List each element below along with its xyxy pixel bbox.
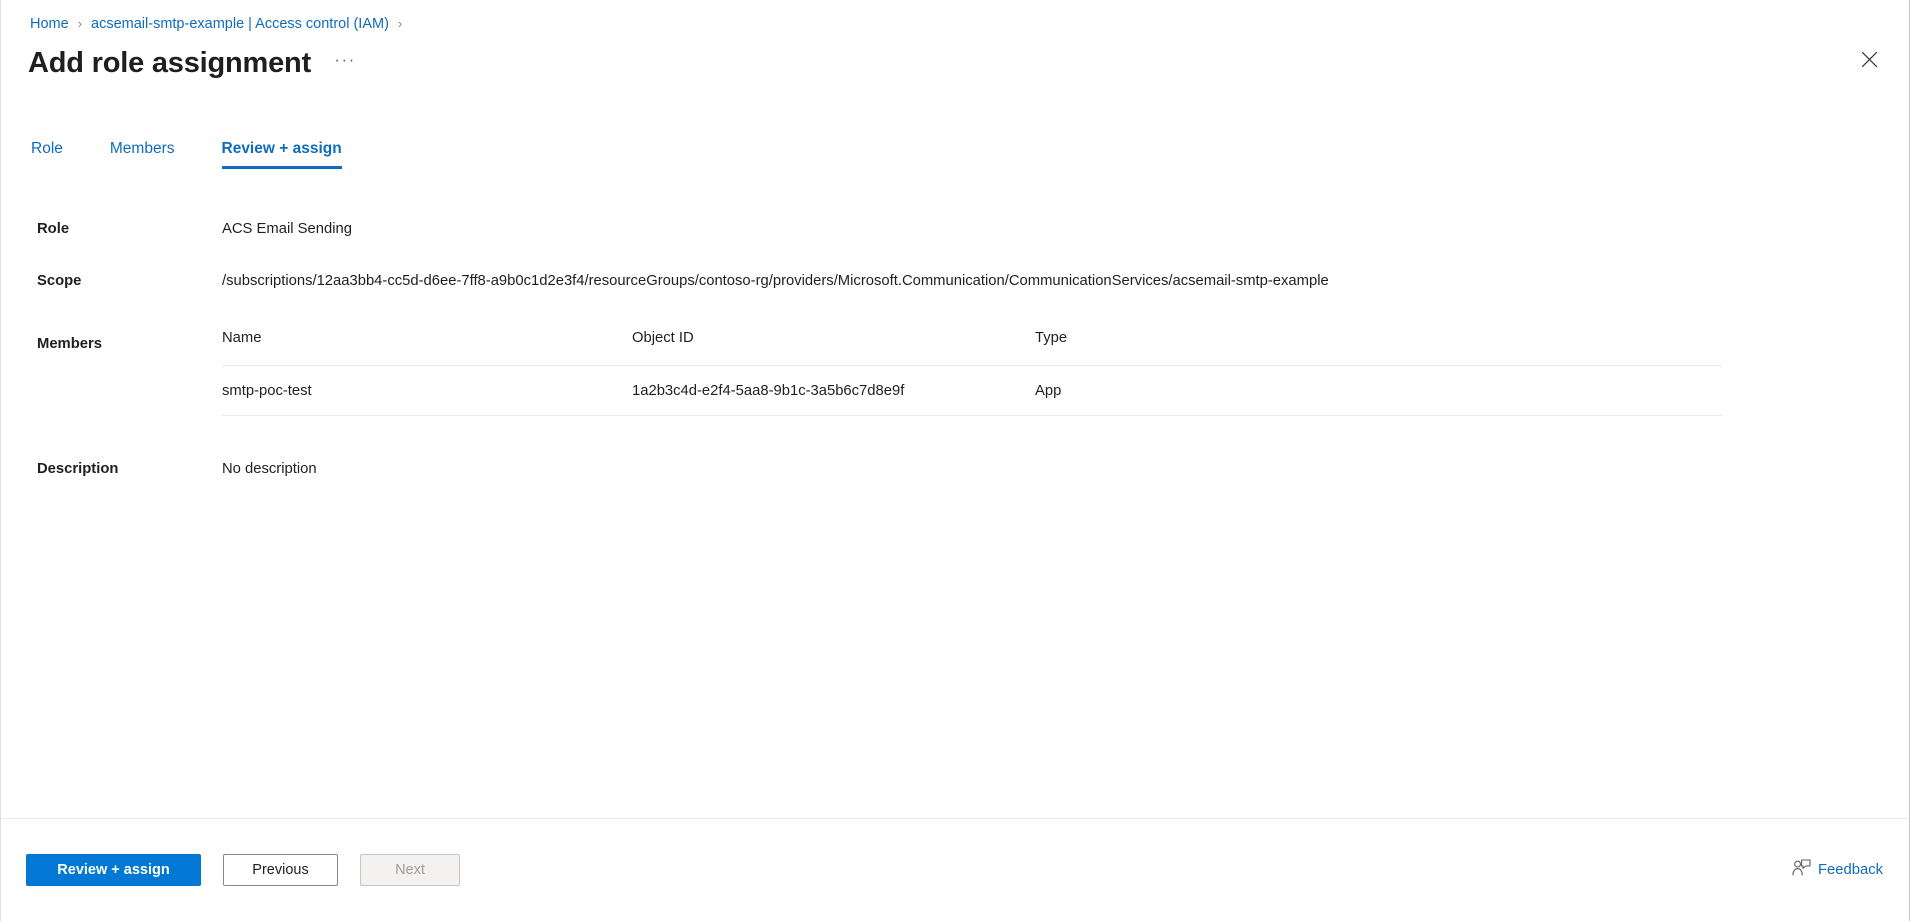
breadcrumb-separator-icon: › <box>77 16 83 31</box>
person-feedback-icon <box>1792 859 1811 881</box>
next-button: Next <box>360 854 460 886</box>
role-row: Role ACS Email Sending <box>37 219 1879 239</box>
blade-header: Home › acsemail-smtp-example | Access co… <box>1 0 1909 169</box>
cell-member-object-id: 1a2b3c4d-e2f4-5aa8-9b1c-3a5b6c7d8e9f <box>632 365 1035 416</box>
tab-role[interactable]: Role <box>31 140 63 169</box>
title-row: Add role assignment ··· <box>1 34 1909 86</box>
tab-review-assign[interactable]: Review + assign <box>221 140 342 169</box>
scope-label: Scope <box>37 273 82 289</box>
tab-members[interactable]: Members <box>110 140 175 169</box>
feedback-link[interactable]: Feedback <box>1792 859 1883 881</box>
cell-member-type: App <box>1035 365 1722 416</box>
breadcrumb-item-access-control[interactable]: acsemail-smtp-example | Access control (… <box>91 14 389 34</box>
column-header-name: Name <box>222 330 632 366</box>
description-value: No description <box>222 461 317 477</box>
review-content: Role ACS Email Sending Scope /subscripti… <box>1 169 1909 818</box>
cell-member-name: smtp-poc-test <box>222 365 632 416</box>
blade-footer: Review + assign Previous Next Feedback <box>1 818 1909 921</box>
role-value: ACS Email Sending <box>222 221 352 237</box>
column-header-object-id: Object ID <box>632 330 1035 366</box>
close-icon[interactable] <box>1853 43 1885 75</box>
role-label: Role <box>37 221 70 237</box>
column-header-type: Type <box>1035 330 1722 366</box>
members-table-body: smtp-poc-test 1a2b3c4d-e2f4-5aa8-9b1c-3a… <box>222 365 1722 416</box>
breadcrumb-separator-icon-2: › <box>397 16 403 31</box>
add-role-assignment-blade: Home › acsemail-smtp-example | Access co… <box>0 0 1910 921</box>
table-row: smtp-poc-test 1a2b3c4d-e2f4-5aa8-9b1c-3a… <box>222 365 1722 416</box>
scope-row: Scope /subscriptions/12aa3bb4-cc5d-d6ee-… <box>37 271 1879 291</box>
previous-button[interactable]: Previous <box>223 854 338 886</box>
members-table-head: Name Object ID Type <box>222 330 1722 366</box>
members-table: Name Object ID Type smtp-poc-test 1a2b3c… <box>222 330 1722 416</box>
members-row: Members Name Object ID Type smtp-poc-tes… <box>37 330 1879 416</box>
scope-value: /subscriptions/12aa3bb4-cc5d-d6ee-7ff8-a… <box>222 273 1329 289</box>
page-title: Add role assignment <box>28 47 312 79</box>
review-assign-button[interactable]: Review + assign <box>26 854 201 886</box>
description-row: Description No description <box>37 459 1879 479</box>
members-label: Members <box>37 336 102 352</box>
feedback-label: Feedback <box>1818 862 1883 878</box>
description-label: Description <box>37 461 119 477</box>
breadcrumb: Home › acsemail-smtp-example | Access co… <box>1 0 1909 34</box>
breadcrumb-item-home[interactable]: Home <box>30 14 69 34</box>
ellipsis-icon[interactable]: ··· <box>329 47 361 79</box>
members-table-header-row: Name Object ID Type <box>222 330 1722 366</box>
wizard-tabs: Role Members Review + assign <box>1 127 1909 169</box>
